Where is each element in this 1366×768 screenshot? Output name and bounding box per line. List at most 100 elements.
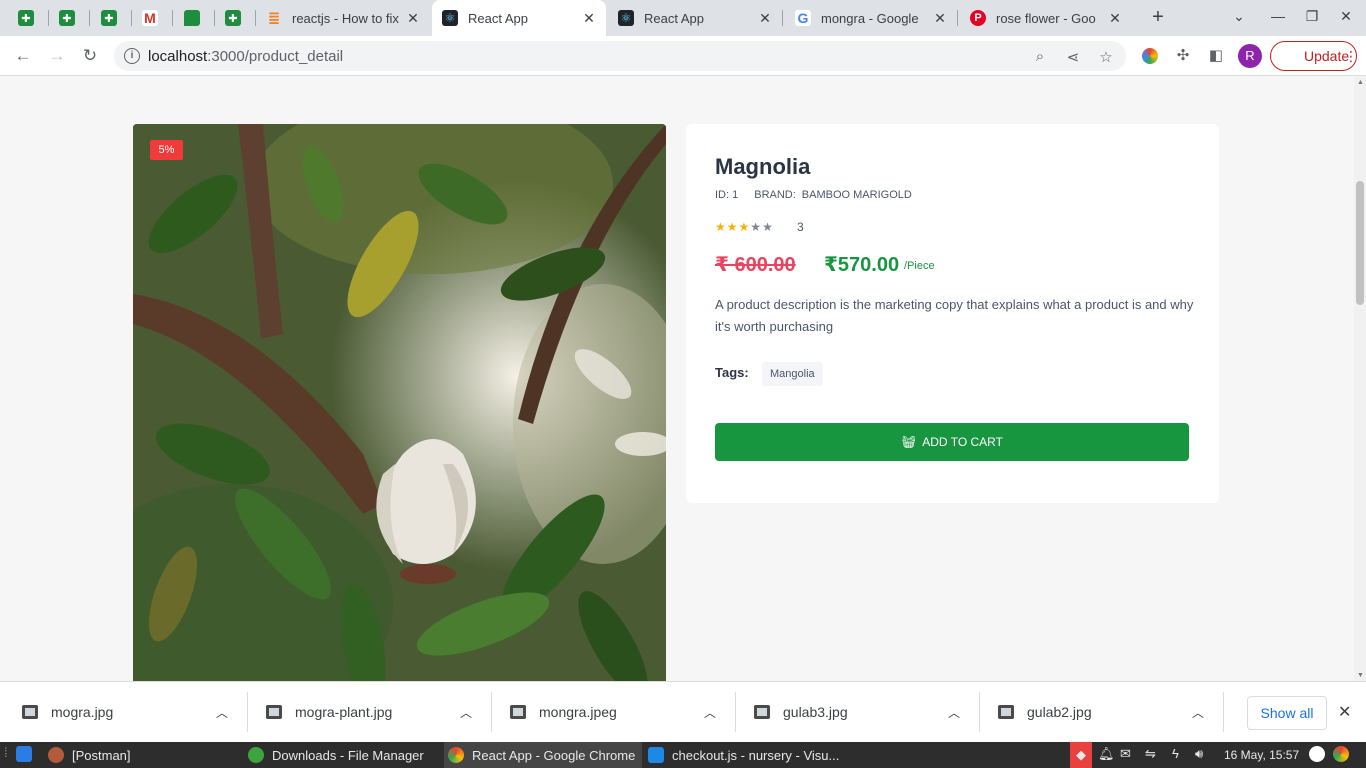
tab-react-app[interactable]: ⚛ React App ✕ [618,0,782,36]
side-panel-icon[interactable]: ◧ [1205,45,1227,67]
task-postman[interactable]: [Postman] [48,742,228,768]
clock[interactable]: 16 May, 15:57 [1224,748,1299,762]
volume-icon[interactable]: 🔊︎ [1195,746,1203,762]
anydesk-icon[interactable]: ◆ [1070,742,1092,768]
chevron-up-icon[interactable]: ︿ [460,704,472,721]
tab-stackoverflow[interactable]: ≣ reactjs - How to fix ✕ [266,0,430,36]
zoom-icon[interactable]: ⌕ [1031,48,1049,65]
notification-bell-icon[interactable]: 🔔︎ [1098,746,1115,762]
os-taskbar: ⁞ [Postman] Downloads - File Manager Rea… [0,742,1366,768]
url-host: localhost [148,48,208,65]
close-tab-icon[interactable]: ✕ [1106,9,1124,27]
close-shelf-icon[interactable]: ✕ [1338,702,1351,722]
download-item[interactable]: gulab2.jpg ︿ [976,682,1220,743]
image-file-icon [510,705,526,719]
mail-icon[interactable]: ✉ [1120,746,1131,762]
download-item[interactable]: gulab3.jpg ︿ [732,682,976,743]
tab-sheets-1[interactable]: ✚ [18,0,48,36]
new-tab-icon[interactable]: + [1148,6,1168,29]
task-label: React App - Google Chrome [472,747,636,763]
forward-arrow-icon[interactable]: → [46,45,68,67]
download-item[interactable]: mogra-plant.jpg ︿ [244,682,488,743]
tag-chip[interactable]: Mangolia [762,362,823,386]
close-window-icon[interactable]: ✕ [1336,8,1356,25]
tab-separator [255,10,256,26]
tab-react-app-active[interactable]: ⚛ React App ✕ [432,0,606,36]
download-filename: mogra-plant.jpg [295,704,393,720]
star-icon: ★ [726,220,739,234]
image-file-icon [22,705,38,719]
site-info-icon[interactable]: i [124,48,140,64]
stackoverflow-icon: ≣ [267,10,281,27]
chevron-up-icon[interactable]: ︿ [216,704,228,721]
page-scrollbar[interactable]: ▲ ▼ [1354,77,1366,681]
tab-chat[interactable] [184,0,214,36]
close-tab-icon[interactable]: ✕ [580,9,598,27]
close-tab-icon[interactable]: ✕ [931,9,949,27]
cart-icon: 🧺︎ [901,435,917,449]
chevron-up-icon[interactable]: ︿ [1192,704,1204,721]
image-file-icon [998,705,1014,719]
scroll-up-icon[interactable]: ▲ [1357,79,1364,86]
add-to-cart-label: ADD TO CART [922,435,1003,449]
scrollbar-thumb[interactable] [1356,181,1364,305]
network-icon[interactable]: ⇋ [1145,746,1156,762]
back-arrow-icon[interactable]: ← [12,45,34,67]
show-all-downloads-button[interactable]: Show all [1247,696,1327,730]
scroll-down-icon[interactable]: ▼ [1357,672,1364,679]
product-description: A product description is the marketing c… [715,297,1194,334]
react-icon: ⚛ [442,10,458,26]
task-vscode[interactable]: checkout.js - nursery - Visu... [648,742,848,768]
share-icon[interactable]: ⋖ [1064,48,1082,66]
tab-sheets-2[interactable]: ✚ [59,0,89,36]
tab-separator [957,10,958,26]
rating-count: 3 [797,220,804,234]
power-icon[interactable]: ϟ [1172,746,1179,761]
tab-search-chevron-icon[interactable]: ⌄ [1229,8,1249,25]
tab-sheets-4[interactable]: ✚ [225,0,255,36]
task-label: checkout.js - nursery - Visu... [672,747,840,763]
magnolia-photo [133,124,666,681]
profile-avatar[interactable]: R [1238,44,1262,68]
tab-sheets-3[interactable]: ✚ [101,0,131,36]
tab-pinterest[interactable]: P rose flower - Goog ✕ [970,0,1132,36]
taskbar-handle-icon: ⁞ [4,745,8,760]
chevron-up-icon[interactable]: ︿ [704,704,716,721]
tab-separator [172,10,173,26]
product-image [133,124,666,681]
extensions-puzzle-icon[interactable]: ✣ [1172,45,1194,67]
sheets-icon: ✚ [18,10,34,26]
more-menu-icon[interactable]: ⋮ [1340,45,1362,67]
restore-icon[interactable]: ❐ [1302,8,1322,25]
download-item[interactable]: mogra.jpg ︿ [0,682,244,743]
tab-separator [782,10,783,26]
tab-separator [131,10,132,26]
star-icon: ★ [738,220,751,234]
tab-gmail[interactable]: M [142,0,172,36]
add-to-cart-button[interactable]: 🧺︎ ADD TO CART [715,423,1189,461]
sheets-icon: ✚ [225,10,241,26]
tab-separator [48,10,49,26]
product-detail-page: 5% Magnolia ID: 1 BRAND: BAMBOO MARIGOLD ★… [0,77,1354,681]
user-tray-icon[interactable] [1309,746,1325,765]
download-item[interactable]: mongra.jpeg ︿ [488,682,732,743]
address-bar[interactable]: i localhost:3000/product_detail ⌕ ⋖ ☆ [114,41,1126,71]
close-tab-icon[interactable]: ✕ [404,9,422,27]
brand-value: BAMBOO MARIGOLD [801,189,912,201]
chevron-up-icon[interactable]: ︿ [948,704,960,721]
browser-tab-strip: ✚ ✚ ✚ M ✚ ≣ reactjs - How to fix ✕ ⚛ Rea… [0,0,1366,36]
tab-google-search[interactable]: G mongra - Google S ✕ [795,0,957,36]
price-unit: /Piece [904,260,935,272]
minimize-icon[interactable]: — [1268,8,1288,24]
bookmark-star-icon[interactable]: ☆ [1097,48,1115,66]
chrome-tray-icon[interactable] [1333,746,1349,765]
react-icon: ⚛ [618,10,634,26]
start-menu-icon[interactable] [16,746,32,765]
color-extension-icon[interactable] [1139,45,1161,67]
product-id: ID: 1 [715,189,739,201]
reload-icon[interactable]: ↻ [79,45,101,67]
task-chrome[interactable]: React App - Google Chrome [444,742,642,768]
close-tab-icon[interactable]: ✕ [756,9,774,27]
url-text[interactable]: localhost:3000/product_detail [148,48,343,65]
task-file-manager[interactable]: Downloads - File Manager [248,742,438,768]
